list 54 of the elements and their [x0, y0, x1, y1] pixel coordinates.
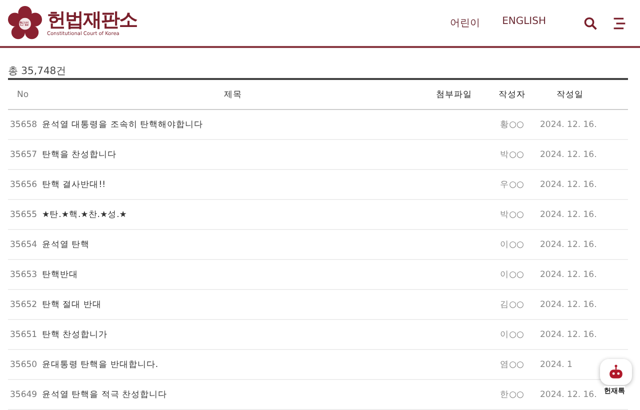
search-icon[interactable] [584, 16, 597, 30]
author-name: 이○○ [499, 238, 525, 250]
author-name: 이○○ [499, 328, 525, 340]
post-title-link[interactable]: 윤석열 탄핵 [42, 238, 424, 250]
post-title-link[interactable]: 탄핵 찬성합니가 [42, 328, 424, 340]
total-count: 총 35,748건 [8, 65, 68, 78]
author-name: 우○○ [499, 178, 525, 190]
robot-icon [608, 364, 624, 380]
column-header: 작성일 [556, 88, 584, 100]
author-name: 박○○ [499, 208, 525, 220]
post-date: 2024. 12. 16. [540, 330, 597, 340]
post-number: 35655 [9, 210, 38, 220]
post-number: 35650 [9, 360, 38, 370]
column-header: No [16, 90, 30, 100]
post-title-link[interactable]: 탄핵 절대 반대 [42, 298, 424, 310]
post-date: 2024. 12. 16. [540, 240, 597, 250]
post-title-link[interactable]: 탄핵반대 [42, 268, 424, 280]
author-name: 박○○ [499, 148, 525, 160]
menu-icon[interactable] [613, 16, 626, 30]
post-number: 35657 [9, 150, 38, 160]
nav-link[interactable]: 어린이 [450, 16, 480, 30]
post-number: 35656 [9, 180, 38, 190]
nav-link[interactable]: ENGLISH [502, 16, 546, 30]
post-number: 35653 [9, 270, 38, 280]
post-title-link[interactable]: 윤대통령 탄핵을 반대합니다. [42, 358, 424, 370]
post-number: 35658 [9, 120, 38, 130]
chatbot-button[interactable] [600, 359, 632, 385]
post-date: 2024. 12. 16. [540, 390, 597, 400]
post-date: 2024. 12. 16. [540, 300, 597, 310]
author-name: 이○○ [499, 268, 525, 280]
author-name: 한○○ [499, 388, 525, 400]
post-title-link[interactable]: ★탄.★핵.★찬.★성.★ [42, 208, 424, 220]
post-date: 2024. 12. 16. [540, 210, 597, 220]
emblem-icon [8, 6, 42, 40]
column-header: 제목 [223, 88, 243, 100]
post-title-link[interactable]: 탄핵을 찬성합니다 [42, 148, 424, 160]
post-number: 35651 [9, 330, 38, 340]
post-title-link[interactable]: 윤석열 탄핵을 적극 찬성합니다 [42, 388, 424, 400]
post-date: 2024. 1 [540, 360, 572, 370]
post-date: 2024. 12. 16. [540, 180, 597, 190]
logo-title: 헌법재판소 [47, 10, 137, 30]
post-number: 35649 [9, 390, 38, 400]
post-title-link[interactable]: 윤석열 대통령을 조속히 탄핵해야합니다 [42, 118, 424, 130]
post-date: 2024. 12. 16. [540, 120, 597, 130]
post-number: 35652 [9, 300, 38, 310]
post-date: 2024. 12. 16. [540, 270, 597, 280]
post-date: 2024. 12. 16. [540, 150, 597, 160]
column-header: 첨부파일 [435, 88, 473, 100]
column-header: 작성자 [498, 88, 526, 100]
author-name: 김○○ [499, 298, 525, 310]
post-number: 35654 [9, 240, 38, 250]
author-name: 황○○ [499, 118, 525, 130]
post-title-link[interactable]: 탄핵 결사반대!! [42, 178, 424, 190]
author-name: 염○○ [499, 358, 525, 370]
